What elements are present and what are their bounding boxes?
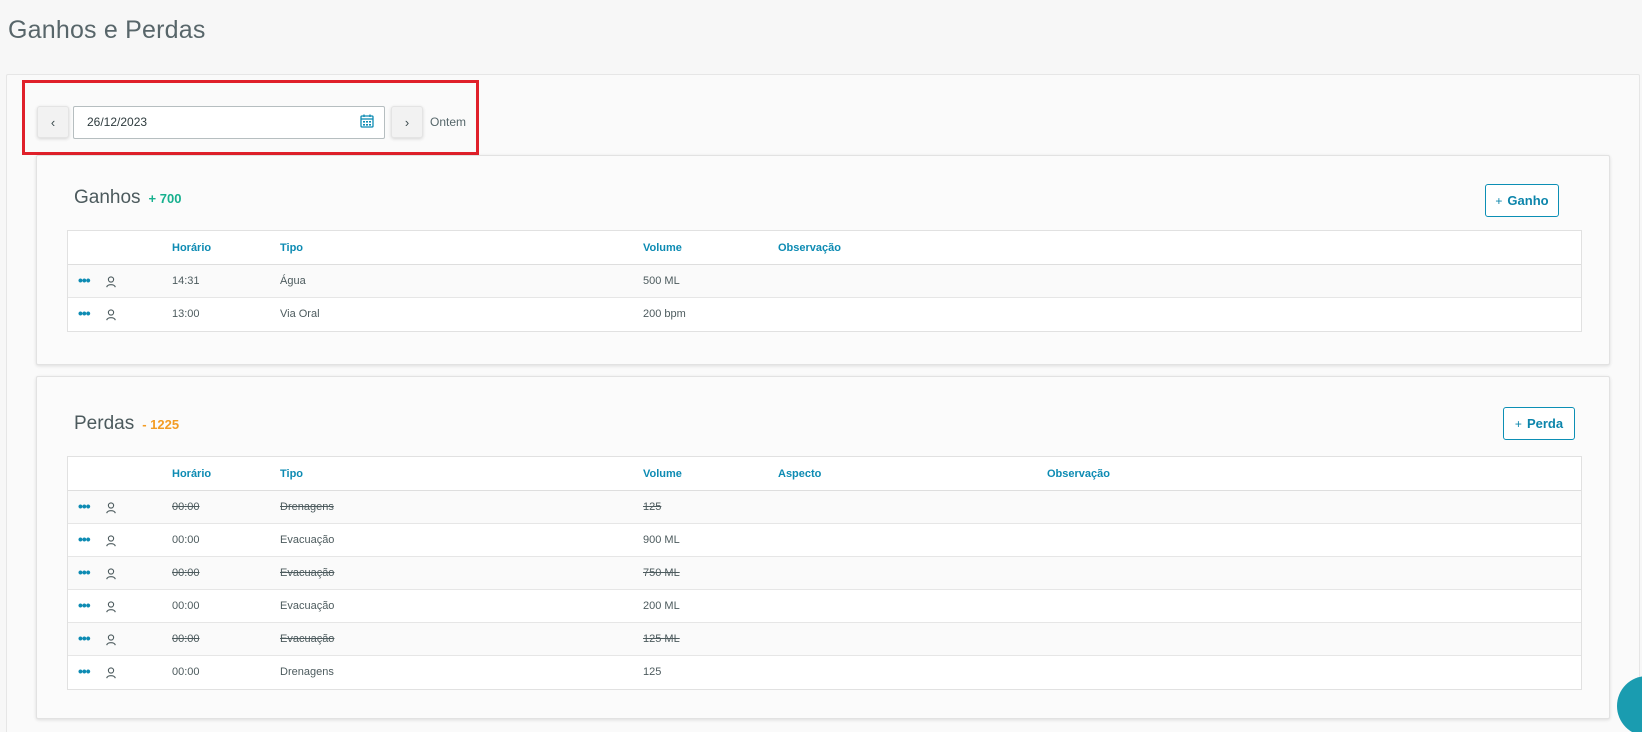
cell-type: Água: [280, 275, 306, 287]
column-header-type[interactable]: Tipo: [280, 242, 303, 254]
gains-title: Ganhos: [74, 187, 141, 208]
plus-icon: +: [1495, 193, 1503, 208]
column-header-volume[interactable]: Volume: [643, 468, 682, 480]
table-header: Horário Tipo Volume Aspecto Observação: [68, 457, 1581, 491]
cell-time: 00:00: [172, 600, 200, 612]
more-horizontal-icon[interactable]: •••: [78, 630, 91, 646]
user-icon[interactable]: [106, 501, 116, 514]
highlight-annotation-box: [22, 80, 479, 155]
more-horizontal-icon[interactable]: •••: [78, 663, 91, 679]
column-header-time[interactable]: Horário: [172, 242, 211, 254]
table-header: Horário Tipo Volume Observação: [68, 231, 1581, 265]
cell-volume: 125 ML: [643, 633, 680, 645]
losses-heading: Perdas - 1225: [74, 413, 179, 435]
table-body: ••• 14:31 Água 500 ML ••• 13:00 Via Oral 200 bp…: [68, 265, 1581, 331]
user-icon[interactable]: [106, 308, 116, 321]
table-body: ••• 00:00 Drenagens 125 ••• 00:00 Evacuação 900…: [68, 491, 1581, 689]
user-icon[interactable]: [106, 633, 116, 646]
more-horizontal-icon[interactable]: •••: [78, 531, 91, 547]
losses-total: - 1225: [142, 417, 180, 432]
user-icon[interactable]: [106, 275, 116, 288]
add-gain-label: Ganho: [1507, 193, 1549, 208]
cell-volume: 900 ML: [643, 534, 680, 546]
losses-title: Perdas: [74, 413, 135, 434]
gains-total: + 700: [148, 191, 182, 206]
gains-section: Ganhos + 700 + Ganho Horário Tipo Volume O…: [36, 155, 1610, 365]
user-icon[interactable]: [106, 567, 116, 580]
add-gain-button[interactable]: + Ganho: [1485, 184, 1559, 217]
cell-time: 00:00: [172, 534, 200, 546]
table-row: ••• 13:00 Via Oral 200 bpm: [68, 298, 1581, 331]
more-horizontal-icon[interactable]: •••: [78, 498, 91, 514]
cell-time: 00:00: [172, 633, 200, 645]
losses-table: Horário Tipo Volume Aspecto Observação •…: [67, 456, 1582, 690]
losses-section: Perdas - 1225 + Perda Horário Tipo Volume …: [36, 376, 1610, 719]
cell-time: 13:00: [172, 308, 200, 320]
more-horizontal-icon[interactable]: •••: [78, 305, 91, 321]
user-icon[interactable]: [106, 666, 116, 679]
page-title: Ganhos e Perdas: [8, 16, 206, 44]
cell-volume: 125: [643, 501, 662, 513]
table-row: ••• 00:00 Drenagens 125: [68, 656, 1581, 689]
table-row: ••• 14:31 Água 500 ML: [68, 265, 1581, 298]
user-icon[interactable]: [106, 534, 116, 547]
cell-time: 14:31: [172, 275, 200, 287]
plus-icon: +: [1514, 416, 1522, 431]
cell-time: 00:00: [172, 666, 200, 678]
cell-time: 00:00: [172, 501, 200, 513]
cell-type: Via Oral: [280, 308, 320, 320]
cell-volume: 200 bpm: [643, 308, 686, 320]
add-loss-label: Perda: [1526, 416, 1564, 431]
cell-volume: 750 ML: [643, 567, 680, 579]
cell-type: Evacuação: [280, 534, 335, 546]
column-header-note[interactable]: Observação: [1047, 468, 1110, 480]
column-header-aspect[interactable]: Aspecto: [778, 468, 821, 480]
more-horizontal-icon[interactable]: •••: [78, 564, 91, 580]
table-row: ••• 00:00 Evacuação 750 ML: [68, 557, 1581, 590]
column-header-type[interactable]: Tipo: [280, 468, 303, 480]
cell-volume: 200 ML: [643, 600, 680, 612]
user-icon[interactable]: [106, 600, 116, 613]
gains-table: Horário Tipo Volume Observação ••• 14:31 Á…: [67, 230, 1582, 332]
more-horizontal-icon[interactable]: •••: [78, 597, 91, 613]
cell-type: Drenagens: [280, 501, 334, 513]
column-header-note[interactable]: Observação: [778, 242, 841, 254]
table-row: ••• 00:00 Evacuação 900 ML: [68, 524, 1581, 557]
cell-volume: 500 ML: [643, 275, 680, 287]
cell-volume: 125: [643, 666, 662, 678]
add-loss-button[interactable]: + Perda: [1503, 407, 1575, 440]
cell-type: Drenagens: [280, 666, 334, 678]
table-row: ••• 00:00 Drenagens 125: [68, 491, 1581, 524]
column-header-time[interactable]: Horário: [172, 468, 211, 480]
cell-type: Evacuação: [280, 633, 335, 645]
cell-time: 00:00: [172, 567, 200, 579]
more-horizontal-icon[interactable]: •••: [78, 272, 91, 288]
column-header-volume[interactable]: Volume: [643, 242, 682, 254]
cell-type: Evacuação: [280, 567, 335, 579]
table-row: ••• 00:00 Evacuação 125 ML: [68, 623, 1581, 656]
cell-type: Evacuação: [280, 600, 335, 612]
table-row: ••• 00:00 Evacuação 200 ML: [68, 590, 1581, 623]
gains-heading: Ganhos + 700: [74, 187, 181, 209]
